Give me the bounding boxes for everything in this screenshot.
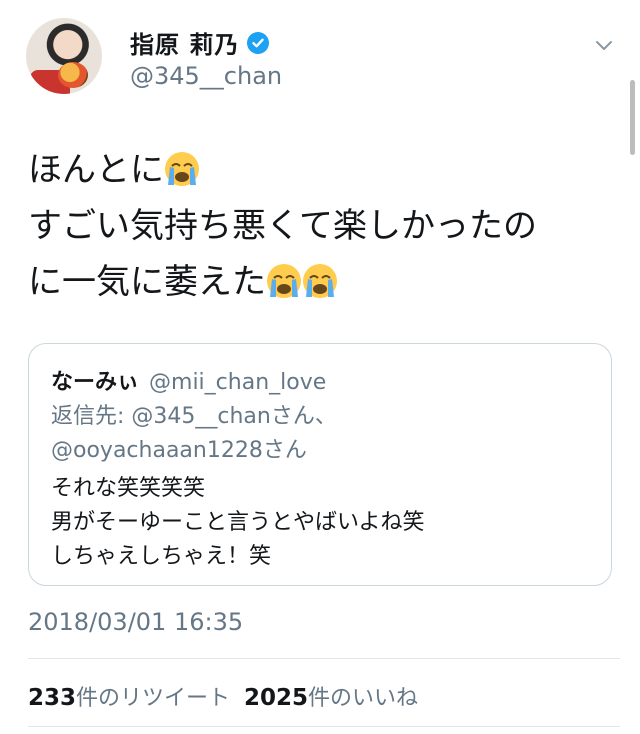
retweet-stat[interactable]: 233件のリツイート [28, 685, 231, 711]
quoted-line-2: 男がそーゆーこと言うとやばいよね笑 [51, 510, 425, 535]
tweet-stats: 233件のリツイート 2025件のいいね [28, 680, 418, 712]
quoted-line-3: しちゃえしちゃえ！笑 [51, 544, 272, 569]
divider [28, 658, 620, 659]
retweet-label: 件のリツイート [76, 686, 231, 711]
like-stat[interactable]: 2025件のいいね [244, 685, 419, 711]
quoted-display-name: なーみぃ [51, 370, 140, 395]
crying-face-icon [303, 264, 337, 298]
reply-to-line-2[interactable]: @ooyachaaan1228さん [51, 434, 337, 468]
scrollbar[interactable] [630, 80, 635, 155]
like-label: 件のいいね [308, 686, 419, 711]
crying-face-icon [267, 264, 301, 298]
profile-avatar[interactable] [26, 18, 102, 94]
tweet-text: ほんとに すごい気持ち悪くて楽しかったの に一気に萎えた [28, 142, 618, 310]
like-count: 2025 [244, 685, 309, 711]
avatar-flowers [58, 62, 88, 88]
quoted-handle: @mii_chan_love [149, 370, 327, 395]
tweet-line-text: に一気に萎えた [28, 262, 266, 302]
tweet-timestamp[interactable]: 2018/03/01 16:35 [28, 608, 243, 636]
quoted-tweet-text: それな笑笑笑笑 男がそーゆーこと言うとやばいよね笑 しちゃえしちゃえ！笑 [51, 472, 425, 574]
retweet-count: 233 [28, 685, 77, 711]
tweet-line-text: ほんとに [28, 150, 164, 190]
tweet-header: 指原 莉乃 @345__chan [0, 0, 640, 110]
quoted-tweet[interactable]: なーみぃ @mii_chan_love 返信先: @345__chanさん、 @o… [28, 343, 612, 586]
quoted-tweet-header: なーみぃ @mii_chan_love [51, 364, 326, 396]
reply-to: 返信先: @345__chanさん、 @ooyachaaan1228さん [51, 400, 337, 468]
divider [28, 726, 620, 727]
reply-to-line-1[interactable]: 返信先: @345__chanさん、 [51, 400, 337, 434]
tweet-line-3: に一気に萎えた [28, 254, 618, 310]
tweet-line-2: すごい気持ち悪くて楽しかったの [28, 206, 537, 246]
display-name[interactable]: 指原 莉乃 [130, 25, 239, 60]
crying-face-icon [165, 152, 199, 186]
user-handle[interactable]: @345__chan [130, 62, 282, 90]
name-row[interactable]: 指原 莉乃 [130, 25, 270, 60]
verified-badge-icon [247, 31, 270, 54]
tweet-line-1: ほんとに [28, 142, 618, 198]
chevron-down-icon[interactable] [593, 34, 615, 56]
quoted-line-1: それな笑笑笑笑 [51, 476, 206, 501]
